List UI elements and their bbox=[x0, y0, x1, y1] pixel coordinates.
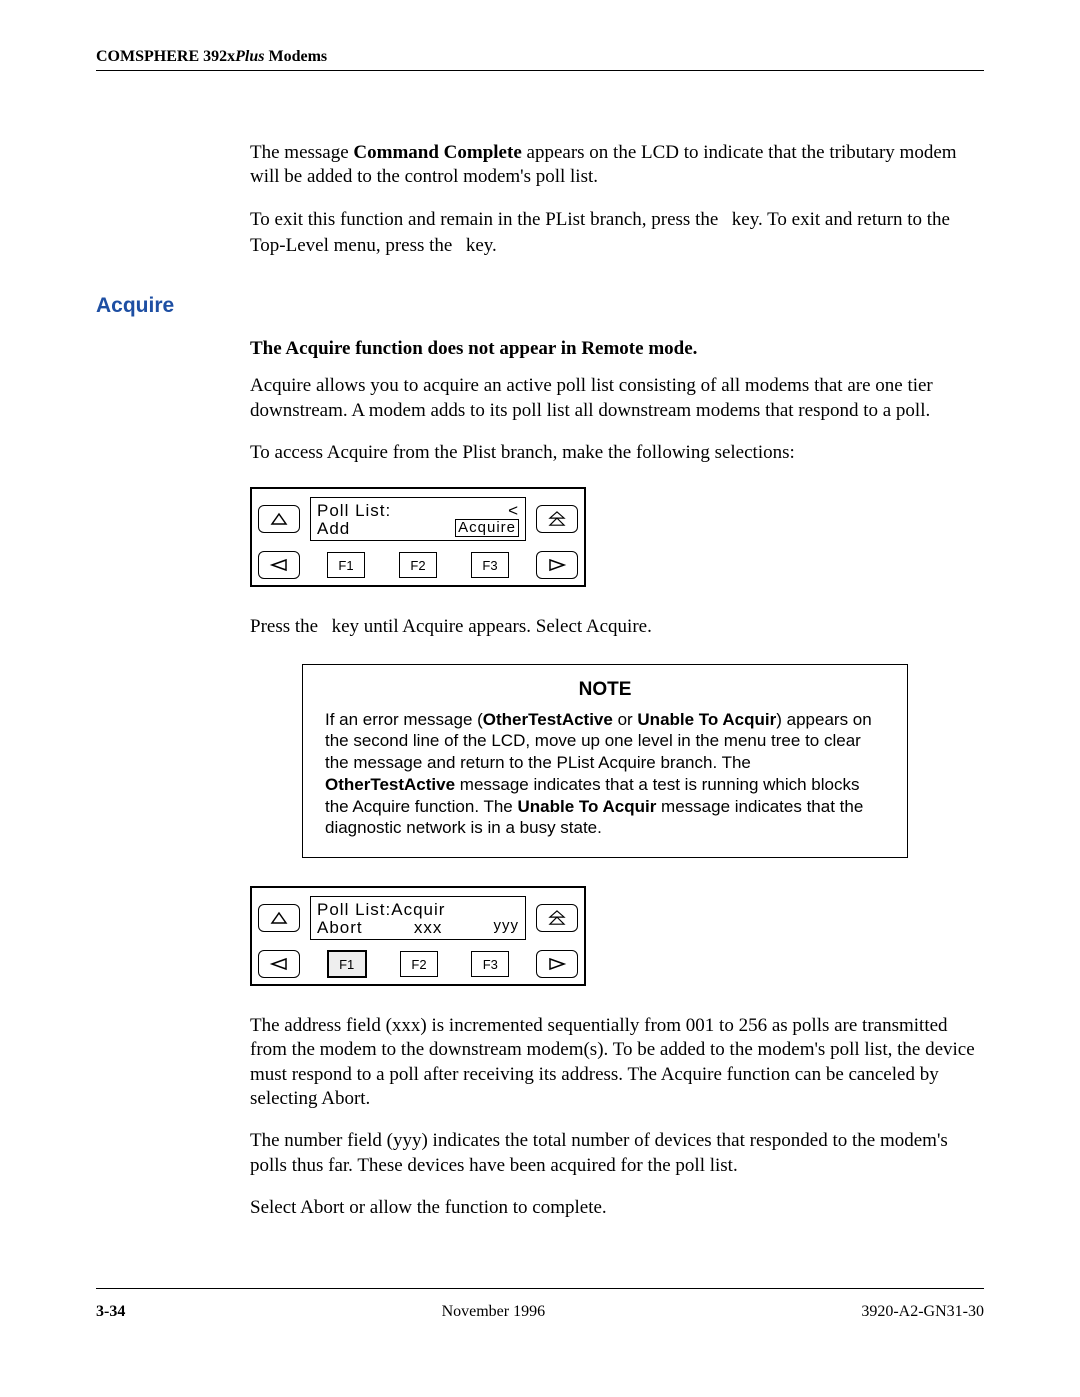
lcd2-line2-right: yyy bbox=[493, 918, 519, 936]
lcd-row-fn: F1 F2 F3 bbox=[258, 551, 578, 579]
note-b3: OtherTestActive bbox=[325, 775, 455, 794]
after-lcd1-text: Press the key until Acquire appears. Sel… bbox=[250, 615, 984, 641]
lcd2-line2-left: Abort bbox=[317, 918, 363, 936]
note-b2: Unable To Acquir bbox=[637, 710, 776, 729]
after-lcd1-b: key until Acquire appears. Select Acquir… bbox=[332, 616, 652, 637]
running-header: COMSPHERE 392xPlus Modems bbox=[96, 48, 984, 68]
tail-block: The address field (xxx) is incremented s… bbox=[250, 1014, 984, 1220]
acquire-remote-mode-statement: The Acquire function does not appear in … bbox=[250, 338, 984, 360]
note-t1: If an error message ( bbox=[325, 710, 483, 729]
press-right-instruction: Press the key until Acquire appears. Sel… bbox=[250, 615, 984, 641]
f1-key[interactable]: F1 bbox=[327, 552, 365, 578]
page: COMSPHERE 392xPlus Modems The message Co… bbox=[0, 0, 1080, 1397]
lcd2-line2-mid: xxx bbox=[414, 918, 443, 936]
lcd2-row-display: Poll List:Acquir Abort xxx yyy bbox=[258, 896, 578, 940]
p1-bold: Command Complete bbox=[353, 142, 521, 163]
lcd-panel-poll-list: Poll List: < Add Acquire bbox=[250, 487, 586, 587]
lcd2-display: Poll List:Acquir Abort xxx yyy bbox=[310, 896, 526, 940]
nav-left-key[interactable] bbox=[258, 551, 300, 579]
footer-date: November 1996 bbox=[442, 1303, 546, 1321]
tail-p3: Select Abort or allow the function to co… bbox=[250, 1196, 984, 1220]
note-b1: OtherTestActive bbox=[483, 710, 613, 729]
f2-key-2[interactable]: F2 bbox=[400, 951, 438, 977]
lcd2-line1-left: Poll List:Acquir bbox=[317, 900, 445, 918]
tail-p1: The address field (xxx) is incremented s… bbox=[250, 1014, 984, 1111]
header-italic: Plus bbox=[235, 48, 264, 65]
nav-left-key-2[interactable] bbox=[258, 950, 300, 978]
nav-home-key[interactable] bbox=[536, 505, 578, 533]
nav-home-key-2[interactable] bbox=[536, 904, 578, 932]
lcd-display: Poll List: < Add Acquire bbox=[310, 497, 526, 541]
f3-key[interactable]: F3 bbox=[471, 552, 509, 578]
p2c: key. bbox=[466, 235, 497, 256]
header-rule bbox=[96, 70, 984, 71]
acquire-intro: Acquire allows you to acquire an active … bbox=[250, 374, 984, 465]
acquire-p2: To access Acquire from the Plist branch,… bbox=[250, 441, 984, 465]
acquire-p1: Acquire allows you to acquire an active … bbox=[250, 374, 984, 423]
lcd-outer-2: Poll List:Acquir Abort xxx yyy bbox=[250, 886, 586, 986]
p1a: The message bbox=[250, 142, 353, 163]
lcd2-row-fn: F1 F2 F3 bbox=[258, 950, 578, 978]
section-heading-acquire: Acquire bbox=[96, 294, 984, 318]
header-suffix: Modems bbox=[264, 48, 327, 65]
lcd1-line1-caret: < bbox=[508, 501, 519, 519]
paragraph-command-complete: The message Command Complete appears on … bbox=[250, 141, 984, 190]
f2-key[interactable]: F2 bbox=[399, 552, 437, 578]
lcd-panel-acquir: Poll List:Acquir Abort xxx yyy bbox=[250, 886, 586, 986]
tail-p2: The number field (yyy) indicates the tot… bbox=[250, 1129, 984, 1178]
note-body: If an error message (OtherTestActive or … bbox=[325, 709, 885, 840]
f3-key-2[interactable]: F3 bbox=[471, 951, 509, 977]
note-t2: or bbox=[613, 710, 638, 729]
fn-keys: F1 F2 F3 bbox=[310, 551, 526, 579]
lcd-outer: Poll List: < Add Acquire bbox=[250, 487, 586, 587]
note-b4: Unable To Acquir bbox=[517, 797, 656, 816]
page-footer: 3-34 November 1996 3920-A2-GN31-30 bbox=[96, 1297, 984, 1321]
p2a: To exit this function and remain in the … bbox=[250, 209, 723, 230]
footer-rule bbox=[96, 1288, 984, 1289]
note-title: NOTE bbox=[325, 679, 885, 701]
lcd-row-display: Poll List: < Add Acquire bbox=[258, 497, 578, 541]
paragraph-exit-instructions: To exit this function and remain in the … bbox=[250, 208, 984, 261]
nav-right-key-2[interactable] bbox=[536, 950, 578, 978]
f1-key-2[interactable]: F1 bbox=[327, 950, 367, 978]
nav-up-key[interactable] bbox=[258, 505, 300, 533]
lcd1-line2-left: Add bbox=[317, 519, 350, 537]
lcd1-line2-selected: Acquire bbox=[455, 519, 519, 537]
footer-doc-id: 3920-A2-GN31-30 bbox=[861, 1303, 984, 1321]
fn-keys-2: F1 F2 F3 bbox=[310, 950, 526, 978]
nav-up-key-2[interactable] bbox=[258, 904, 300, 932]
header-prefix: COMSPHERE 392x bbox=[96, 48, 235, 65]
note-box: NOTE If an error message (OtherTestActiv… bbox=[302, 664, 908, 859]
intro-block: The message Command Complete appears on … bbox=[250, 141, 984, 260]
page-number: 3-34 bbox=[96, 1303, 125, 1321]
lcd1-line1-left: Poll List: bbox=[317, 501, 391, 519]
after-lcd1-a: Press the bbox=[250, 616, 323, 637]
nav-right-key[interactable] bbox=[536, 551, 578, 579]
